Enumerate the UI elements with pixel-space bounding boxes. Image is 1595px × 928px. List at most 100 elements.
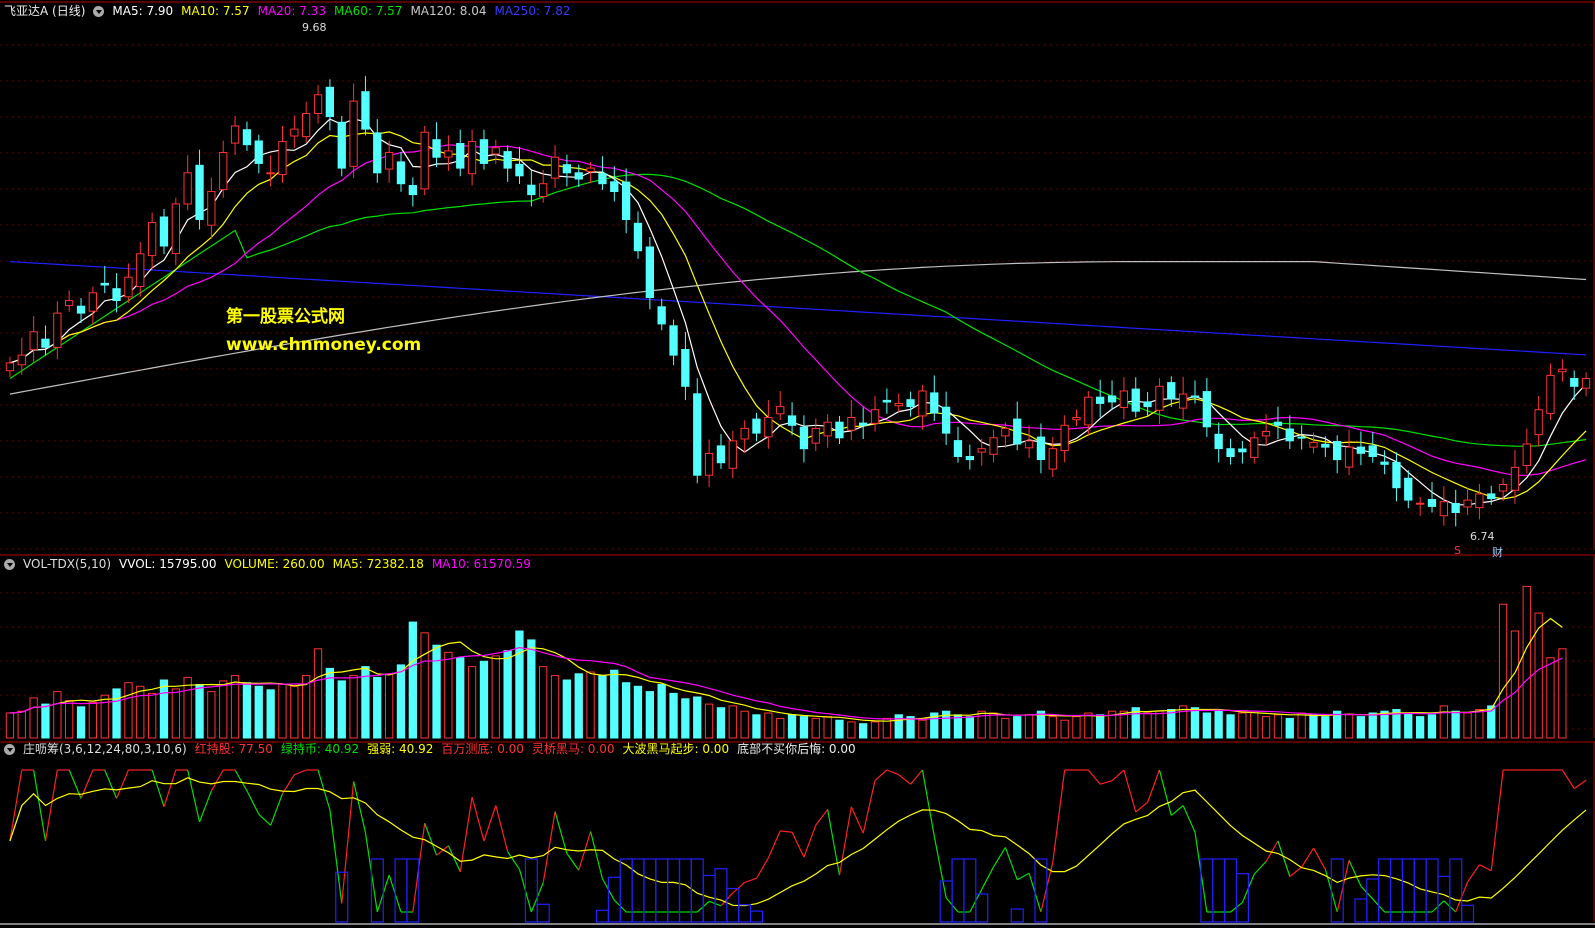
volume-bar [278,684,287,739]
volume-bar [432,644,441,739]
candle [574,172,583,180]
candle [681,349,690,387]
volume-bar [645,691,655,739]
indicator-segment [9,769,23,842]
candle [1487,493,1496,500]
lvchi-readout: 绿持币: 40.92 [280,742,360,756]
candle [171,203,180,254]
candle [112,288,121,302]
indicator-segment [270,793,284,826]
stock-chart[interactable] [0,0,1595,928]
volume-bar [361,666,370,739]
indicator-segment [1301,847,1315,868]
candle [1297,436,1306,439]
indicator-segment [210,769,224,792]
ma250-readout: MA250: 7.82 [494,4,571,18]
candle [1214,433,1223,450]
candle [1510,466,1520,491]
indicator-histogram-bar [939,880,953,923]
vol-ma5-readout: MA5: 72382.18 [332,557,424,571]
indicator-segment [33,769,47,842]
dropdown-icon[interactable] [93,6,105,17]
volume-bar [823,716,832,739]
candle [622,181,631,221]
indicator-segment [815,809,829,826]
candle [1273,421,1283,426]
candle [41,338,50,348]
lingqiao-readout: 灵桥黑马: 0.00 [531,742,615,756]
watermark-url: www.chnmoney.com [226,335,422,355]
volume-bar [1356,716,1365,739]
indicator-segment [1135,801,1148,813]
indicator-segment [1158,769,1172,816]
volume-bar [195,684,204,739]
candle [776,406,785,415]
indicator-segment [886,769,899,776]
candle [337,121,346,169]
candle [1060,424,1069,452]
vol-title[interactable]: VOL-TDX(5,10) [23,555,111,573]
candle [693,393,702,476]
volume-bar [1155,710,1164,739]
volume-bar [1498,603,1508,739]
volume-bar [574,673,583,739]
candle [5,362,15,372]
volume-bar [41,703,50,739]
candle [1285,428,1294,442]
volume-bar [1321,716,1330,739]
candle [1001,427,1010,437]
indicator-segment [1111,769,1125,782]
candle [444,150,453,158]
candle [1179,393,1188,409]
volume-bar [740,710,749,739]
candle [479,139,489,164]
volume-bar [1427,714,1437,739]
volume-bar [965,716,975,739]
indicator-segment [1253,861,1267,875]
indicator-segment [1052,769,1066,863]
indicator-segment [791,832,805,858]
indicator-segment [862,780,876,834]
volume-bar [1285,717,1294,739]
candle [432,139,441,158]
stock-title[interactable]: 飞亚达A (日线) [4,2,85,20]
candle [1143,401,1152,408]
volume-bar [1368,712,1377,739]
candle [539,183,548,197]
candle [1072,417,1081,421]
volume-bar [859,723,868,739]
dropdown-icon[interactable] [4,559,15,570]
dropdown-icon[interactable] [4,744,15,755]
indicator-segment [874,769,888,781]
candle [1416,502,1425,505]
candle [290,128,299,137]
dabo-readout: 大波黑马起步: 0.00 [622,742,730,756]
candle [835,421,844,439]
indicator-segment [424,823,438,856]
candle [183,172,192,205]
volume-bar [456,657,465,739]
candle [1167,382,1176,400]
candle [669,325,678,356]
volume-bar [207,691,216,739]
candle [787,415,797,426]
volume-bar [1214,710,1223,739]
candle [302,113,311,138]
indicator-segment [246,790,260,815]
indicator-title[interactable]: 庄呖筹(3,6,12,24,80,3,10,6) [23,740,187,758]
indicator-segment [542,811,556,883]
volume-bar [1451,710,1460,739]
indicator-histogram-bar [370,858,384,923]
indicator-histogram-bar [714,868,728,923]
marker-s: S [1454,544,1461,557]
candle [266,172,275,175]
indicator-segment [1016,872,1030,881]
candle [1475,493,1484,509]
candle [598,173,607,185]
candle [894,403,903,407]
volume-bar [1190,707,1200,739]
volume-bar [811,717,820,739]
volume-bar [1439,705,1448,739]
volume-bar [88,701,97,739]
high-price-label: 9.68 [302,21,327,34]
